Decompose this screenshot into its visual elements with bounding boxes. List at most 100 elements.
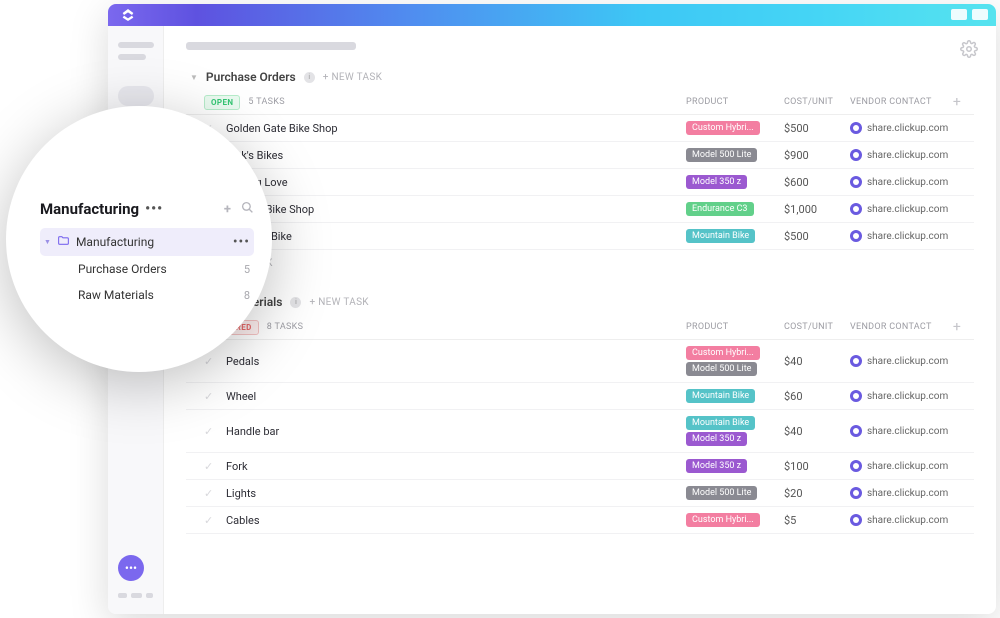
vendor-link[interactable]: share.clickup.com xyxy=(850,514,950,526)
vendor-link[interactable]: share.clickup.com xyxy=(850,122,950,134)
info-icon[interactable]: i xyxy=(304,72,315,83)
add-column-button[interactable]: + xyxy=(950,319,964,335)
link-icon xyxy=(850,390,862,402)
folder-manufacturing[interactable]: ▼ Manufacturing ••• xyxy=(40,228,254,256)
task-row[interactable]: ✓ Cycling Love Model 350 z $600 share.cl… xyxy=(186,169,974,196)
add-column-button[interactable]: + xyxy=(950,94,964,110)
task-name: Lights xyxy=(226,487,686,500)
vendor-link[interactable]: share.clickup.com xyxy=(850,149,950,161)
product-tag[interactable]: Model 350 z xyxy=(686,175,747,189)
cost-value: $500 xyxy=(784,122,850,135)
product-tag[interactable]: Model 500 Lite xyxy=(686,486,757,500)
product-tag[interactable]: Model 350 z xyxy=(686,459,747,473)
titlebar xyxy=(108,4,996,26)
cost-value: $500 xyxy=(784,230,850,243)
space-title: Manufacturing xyxy=(40,200,139,218)
task-name: Jenna's Bike Shop xyxy=(226,203,686,216)
cost-value: $900 xyxy=(784,149,850,162)
check-icon[interactable]: ✓ xyxy=(204,425,218,438)
group-title: Purchase Orders xyxy=(206,70,296,84)
folder-name: Manufacturing xyxy=(76,235,233,249)
search-icon[interactable] xyxy=(241,201,254,218)
chat-icon[interactable]: ••• xyxy=(118,555,144,581)
col-cost: COST/UNIT xyxy=(784,97,850,107)
skeleton-pill xyxy=(118,86,154,106)
more-icon[interactable]: ••• xyxy=(145,201,163,217)
product-tag[interactable]: Custom Hybri... xyxy=(686,121,760,135)
list-name: Raw Materials xyxy=(78,288,244,302)
link-icon xyxy=(850,425,862,437)
status-badge[interactable]: OPEN xyxy=(204,95,240,110)
link-icon xyxy=(850,176,862,188)
product-tag[interactable]: Custom Hybri... xyxy=(686,513,760,527)
task-name: Golden Gate Bike Shop xyxy=(226,122,686,135)
header-skeleton xyxy=(186,42,356,50)
task-name: Handle bar xyxy=(226,425,686,438)
col-product: PRODUCT xyxy=(686,97,784,107)
task-row[interactable]: ✓ Rainbow Bike Mountain Bike $500 share.… xyxy=(186,223,974,250)
vendor-link[interactable]: share.clickup.com xyxy=(850,460,950,472)
vendor-link[interactable]: share.clickup.com xyxy=(850,230,950,242)
task-row[interactable]: ✓ Handle bar Mountain Bike Model 350 z $4… xyxy=(186,410,974,453)
cost-value: $100 xyxy=(784,460,850,473)
product-tag[interactable]: Endurance C3 xyxy=(686,202,754,216)
vendor-link[interactable]: share.clickup.com xyxy=(850,425,950,437)
chevron-down-icon: ▼ xyxy=(44,238,51,246)
add-task-button[interactable]: + ADD TASK xyxy=(186,250,974,277)
link-icon xyxy=(850,460,862,472)
check-icon[interactable]: ✓ xyxy=(204,487,218,500)
main-content: ▼ Purchase Orders i + NEW TASKOPEN 5 TAS… xyxy=(164,26,996,614)
product-tag[interactable]: Mountain Bike xyxy=(686,416,755,430)
cost-value: $600 xyxy=(784,176,850,189)
col-cost: COST/UNIT xyxy=(784,322,850,332)
product-tag[interactable]: Custom Hybri... xyxy=(686,346,760,360)
vendor-link[interactable]: share.clickup.com xyxy=(850,487,950,499)
check-icon[interactable]: ✓ xyxy=(204,355,218,368)
product-tag[interactable]: Model 350 z xyxy=(686,432,747,446)
task-row[interactable]: ✓ Wheel Mountain Bike $60 share.clickup.… xyxy=(186,383,974,410)
add-icon[interactable]: + xyxy=(224,202,231,217)
list-item[interactable]: Raw Materials8 xyxy=(74,282,254,308)
cost-value: $40 xyxy=(784,425,850,438)
task-row[interactable]: ✓ Lights Model 500 Lite $20 share.clicku… xyxy=(186,480,974,507)
new-task-button[interactable]: + NEW TASK xyxy=(323,72,382,83)
task-row[interactable]: ✓ Fork Model 350 z $100 share.clickup.co… xyxy=(186,453,974,480)
vendor-link[interactable]: share.clickup.com xyxy=(850,355,950,367)
settings-icon[interactable] xyxy=(960,40,978,62)
task-count: 8 TASKS xyxy=(267,322,303,332)
vendor-link[interactable]: share.clickup.com xyxy=(850,390,950,402)
product-tag[interactable]: Model 500 Lite xyxy=(686,362,757,376)
check-icon[interactable]: ✓ xyxy=(204,460,218,473)
window-min-button[interactable] xyxy=(951,9,967,20)
task-name: Pedals xyxy=(226,355,686,368)
vendor-link[interactable]: share.clickup.com xyxy=(850,203,950,215)
task-name: Rainbow Bike xyxy=(226,230,686,243)
chevron-down-icon[interactable]: ▼ xyxy=(190,73,198,82)
product-tag[interactable]: Mountain Bike xyxy=(686,229,755,243)
window-max-button[interactable] xyxy=(972,9,988,20)
product-tag[interactable]: Model 500 Lite xyxy=(686,148,757,162)
task-name: Cables xyxy=(226,514,686,527)
cost-value: $40 xyxy=(784,355,850,368)
more-icon[interactable]: ••• xyxy=(233,234,250,250)
folder-icon xyxy=(57,234,70,250)
check-icon[interactable]: ✓ xyxy=(204,514,218,527)
check-icon[interactable]: ✓ xyxy=(204,390,218,403)
link-icon xyxy=(850,149,862,161)
link-icon xyxy=(850,514,862,526)
task-row[interactable]: ✓ Rick's Bikes Model 500 Lite $900 share… xyxy=(186,142,974,169)
link-icon xyxy=(850,487,862,499)
task-name: Rick's Bikes xyxy=(226,149,686,162)
cost-value: $5 xyxy=(784,514,850,527)
task-row[interactable]: ✓ Cables Custom Hybri... $5 share.clicku… xyxy=(186,507,974,534)
info-icon[interactable]: i xyxy=(290,297,301,308)
vendor-link[interactable]: share.clickup.com xyxy=(850,176,950,188)
col-vendor: VENDOR CONTACT xyxy=(850,322,950,332)
logo-icon xyxy=(120,7,136,27)
product-tag[interactable]: Mountain Bike xyxy=(686,389,755,403)
list-item[interactable]: Purchase Orders5 xyxy=(74,256,254,282)
task-row[interactable]: ✓ Golden Gate Bike Shop Custom Hybri... … xyxy=(186,115,974,142)
task-row[interactable]: ✓ Pedals Custom Hybri... Model 500 Lite $… xyxy=(186,340,974,383)
task-row[interactable]: ✓ Jenna's Bike Shop Endurance C3 $1,000 … xyxy=(186,196,974,223)
new-task-button[interactable]: + NEW TASK xyxy=(309,297,368,308)
